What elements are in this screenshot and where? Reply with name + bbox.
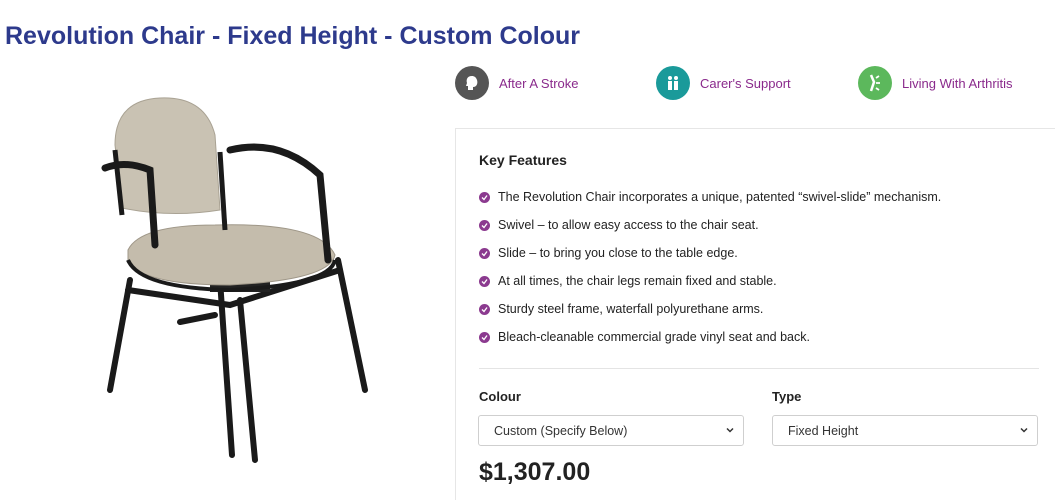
feature-text: At all times, the chair legs remain fixe…	[498, 274, 777, 288]
list-item: Sturdy steel frame, waterfall polyuretha…	[479, 295, 1039, 323]
type-select-value: Fixed Height	[788, 423, 859, 438]
head-icon	[455, 66, 489, 100]
badge-label: After A Stroke	[499, 75, 579, 91]
type-select[interactable]: Fixed Height	[772, 415, 1038, 446]
badge-label: Living With Arthritis	[902, 75, 1013, 91]
feature-text: The Revolution Chair incorporates a uniq…	[498, 190, 942, 204]
list-item: Bleach-cleanable commercial grade vinyl …	[479, 323, 1039, 351]
list-item: At all times, the chair legs remain fixe…	[479, 267, 1039, 295]
check-icon	[479, 219, 490, 231]
feature-text: Sturdy steel frame, waterfall polyuretha…	[498, 302, 764, 316]
check-icon	[479, 303, 490, 315]
product-image	[101, 97, 368, 463]
key-features-title: Key Features	[479, 152, 567, 168]
colour-select[interactable]: Custom (Specify Below)	[478, 415, 744, 446]
badge-carers-support[interactable]: Carer's Support	[656, 66, 791, 100]
check-icon	[479, 275, 490, 287]
benefit-badges: After A Stroke Carer's Support Living Wi…	[455, 66, 1055, 102]
badge-living-with-arthritis[interactable]: Living With Arthritis	[858, 66, 1013, 100]
chevron-down-icon	[1019, 424, 1029, 438]
list-item: Slide – to bring you close to the table …	[479, 239, 1039, 267]
product-price: $1,307.00	[479, 458, 591, 486]
list-item: The Revolution Chair incorporates a uniq…	[479, 183, 1039, 211]
badge-label: Carer's Support	[700, 75, 791, 91]
colour-label: Colour	[479, 389, 521, 404]
joint-icon	[858, 66, 892, 100]
list-item: Swivel – to allow easy access to the cha…	[479, 211, 1039, 239]
type-label: Type	[772, 389, 802, 404]
product-details-panel: Key Features The Revolution Chair incorp…	[455, 128, 1055, 500]
key-features-list: The Revolution Chair incorporates a uniq…	[479, 183, 1039, 351]
people-icon	[656, 66, 690, 100]
colour-select-value: Custom (Specify Below)	[494, 423, 628, 438]
check-icon	[479, 191, 490, 203]
feature-text: Slide – to bring you close to the table …	[498, 246, 738, 260]
page-title: Revolution Chair - Fixed Height - Custom…	[5, 22, 580, 50]
feature-text: Swivel – to allow easy access to the cha…	[498, 218, 759, 232]
check-icon	[479, 247, 490, 259]
check-icon	[479, 331, 490, 343]
badge-after-a-stroke[interactable]: After A Stroke	[455, 66, 579, 100]
divider	[479, 368, 1039, 369]
chevron-down-icon	[725, 424, 735, 438]
feature-text: Bleach-cleanable commercial grade vinyl …	[498, 330, 810, 344]
